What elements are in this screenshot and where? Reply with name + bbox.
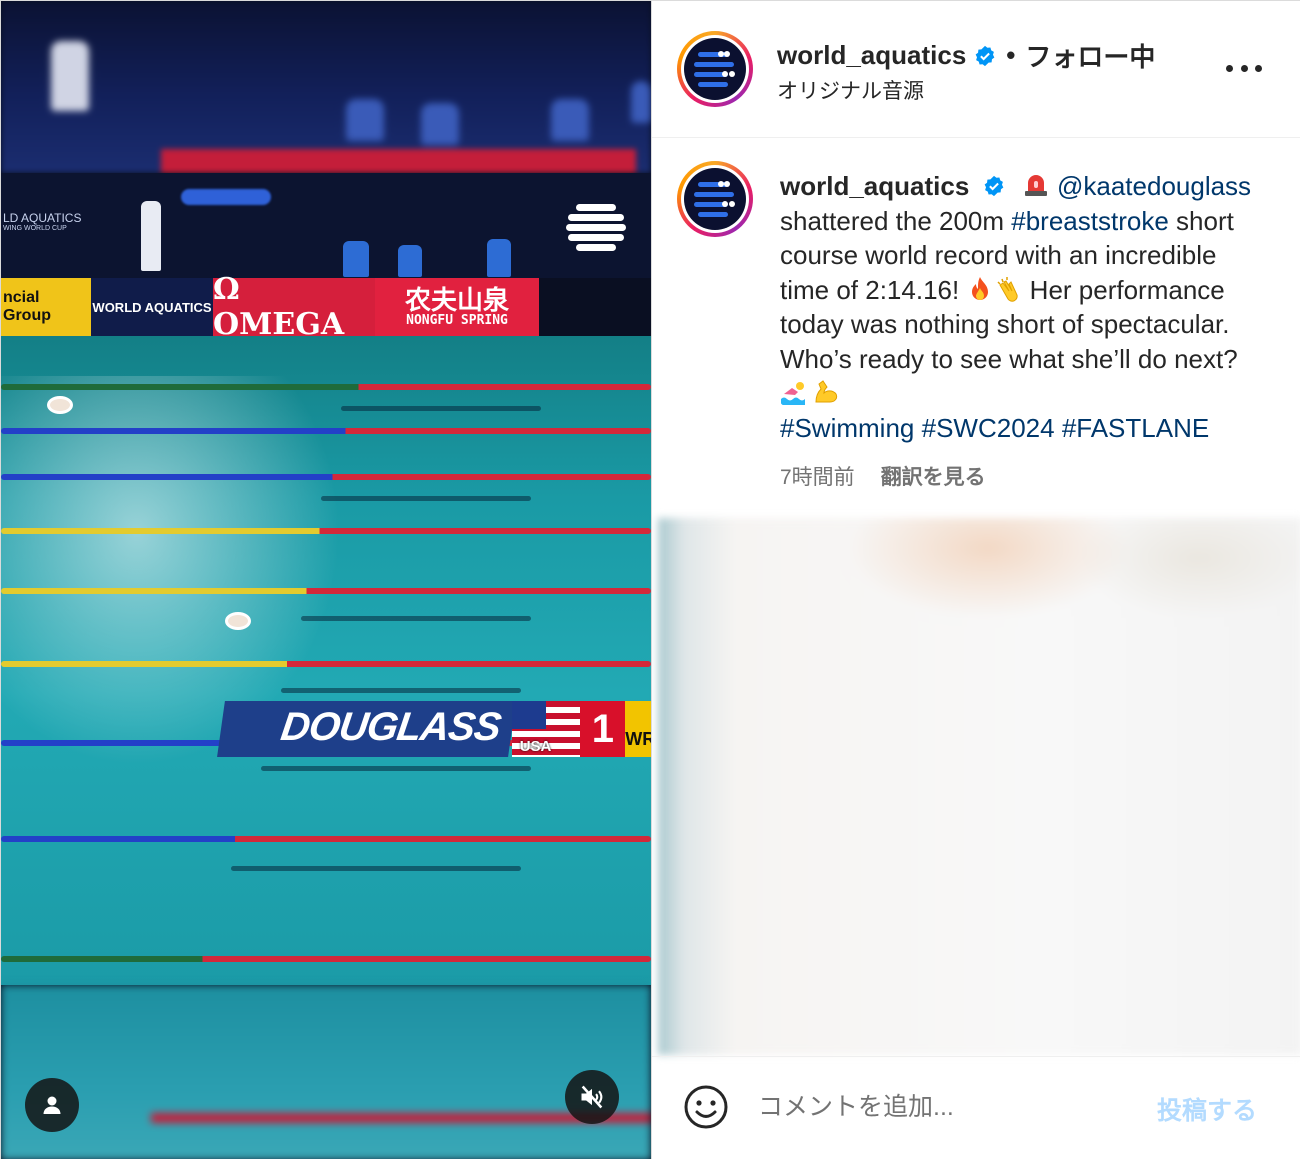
- following-button[interactable]: フォロー中: [1025, 37, 1155, 74]
- arena-logo: LD AQUATICS WING WORLD CUP: [3, 211, 82, 233]
- audio-link[interactable]: オリジナル音源: [777, 75, 924, 105]
- graphic-wr-badge: WR: [625, 701, 651, 757]
- post-side-panel: world_aquatics • フォロー中 オリジナル音源 world_aqu…: [651, 1, 1300, 1159]
- header-user-line: world_aquatics • フォロー中: [777, 37, 1155, 74]
- graphic-rank: 1: [580, 701, 626, 757]
- video-frame: LD AQUATICS WING WORLD CUP ncial Group W…: [1, 173, 651, 985]
- ad-omega: Ω OMEGA: [213, 272, 375, 342]
- mention-link[interactable]: @kaatedouglass: [1057, 171, 1251, 201]
- caption-username[interactable]: world_aquatics: [780, 171, 969, 201]
- usa-flag-icon: USA: [511, 701, 581, 757]
- swimmer: [47, 396, 73, 414]
- broadcast-watermark-icon: [566, 201, 626, 255]
- video-blur-top: [1, 1, 651, 173]
- tagged-user-button[interactable]: [25, 1078, 79, 1132]
- ad-boards: ncial Group WORLD AQUATICS Ω OMEGA 农夫山泉 …: [1, 272, 539, 342]
- clap-emoji: [997, 276, 1019, 302]
- lane-graphic: DOUGLASS USA 1 WR: [217, 701, 651, 757]
- ad-financial-group: ncial Group: [1, 278, 91, 336]
- speaker-muted-icon: [581, 1085, 603, 1109]
- user-icon: [43, 1096, 61, 1114]
- caption-meta: 7時間前 翻訳を見る: [780, 461, 986, 491]
- post-modal: LD AQUATICS WING WORLD CUP ncial Group W…: [0, 0, 1300, 1159]
- graphic-athlete-name: DOUGLASS: [217, 701, 516, 757]
- avatar[interactable]: [677, 31, 753, 107]
- more-options-icon[interactable]: [1226, 53, 1262, 83]
- verified-badge-icon: [975, 45, 995, 66]
- pool: DOUGLASS USA 1 WR: [1, 336, 651, 985]
- arena-background: LD AQUATICS WING WORLD CUP: [1, 173, 651, 278]
- post-header: world_aquatics • フォロー中 オリジナル音源: [652, 1, 1300, 138]
- ad-world-aquatics: WORLD AQUATICS: [91, 278, 213, 336]
- fire-emoji: [972, 276, 989, 300]
- separator-dot: •: [1006, 40, 1016, 70]
- smiley-icon[interactable]: [682, 1083, 730, 1131]
- mute-toggle-button[interactable]: [565, 1070, 619, 1124]
- ad-nongfu-spring: 农夫山泉 NONGFU SPRING: [375, 278, 539, 336]
- header-username[interactable]: world_aquatics: [777, 40, 966, 71]
- post-caption: world_aquatics @kaatedouglass shattered …: [780, 171, 1252, 443]
- reel-video[interactable]: LD AQUATICS WING WORLD CUP ncial Group W…: [1, 1, 651, 1159]
- muscle-emoji: [815, 380, 838, 403]
- comment-bar: 投稿する: [652, 1056, 1300, 1159]
- video-blur-bottom: [1, 985, 651, 1159]
- hashtag-swimming[interactable]: #Swimming: [780, 413, 914, 443]
- caption-avatar[interactable]: [677, 161, 753, 237]
- verified-badge-icon: [984, 175, 1003, 197]
- hashtag-swc2024[interactable]: #SWC2024: [922, 413, 1055, 443]
- hashtag-breaststroke[interactable]: #breaststroke: [1011, 206, 1169, 236]
- post-comment-button[interactable]: 投稿する: [1157, 1091, 1257, 1127]
- post-timestamp[interactable]: 7時間前: [780, 461, 855, 491]
- comment-input[interactable]: [758, 1087, 1138, 1127]
- comments-area-blurred: [658, 518, 1300, 1055]
- hashtag-fastlane[interactable]: #FASTLANE: [1062, 413, 1209, 443]
- swimmer-emoji: [781, 382, 805, 405]
- see-translation-link[interactable]: 翻訳を見る: [881, 461, 986, 491]
- swimmer-douglass: [225, 612, 251, 630]
- siren-emoji: [1024, 175, 1047, 196]
